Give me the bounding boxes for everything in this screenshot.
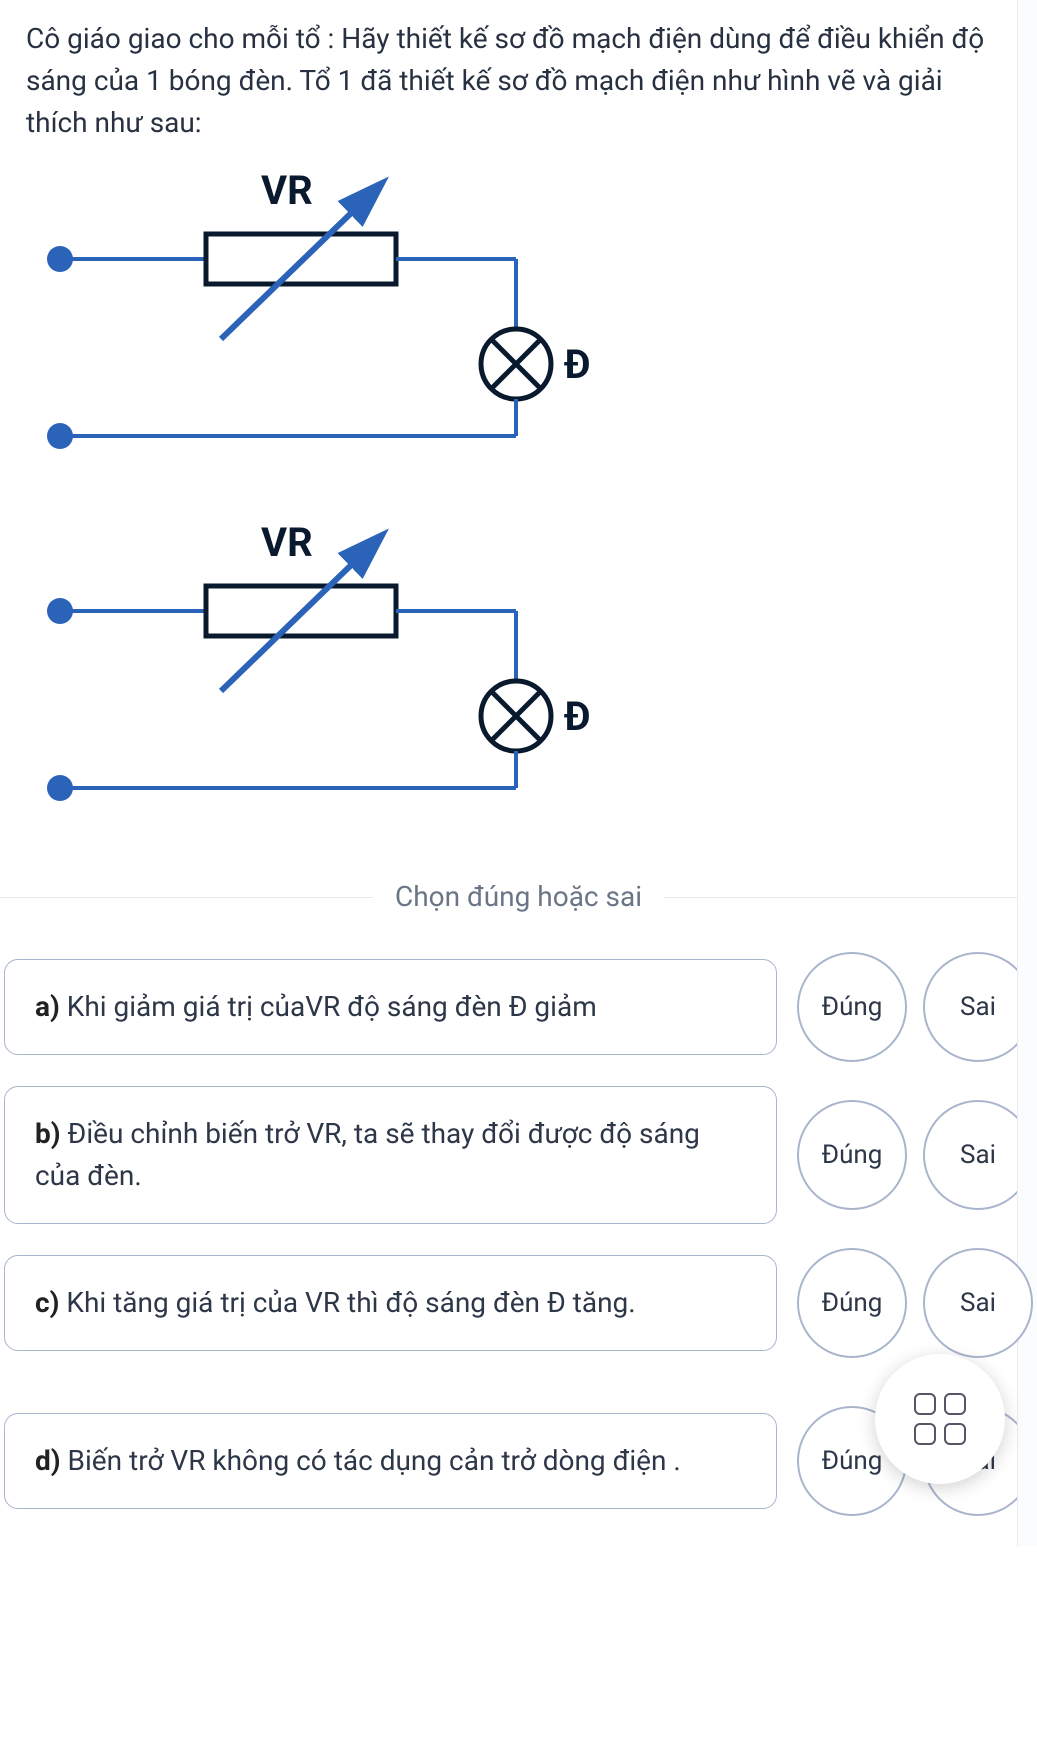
bulb-label: Đ xyxy=(564,341,591,388)
option-text: Khi giảm giá trị củaVR độ sáng đèn Đ giả… xyxy=(67,990,597,1023)
grid-icon xyxy=(914,1393,966,1445)
option-text: Biến trở VR không có tác dụng cản trở dò… xyxy=(68,1444,681,1477)
option-key: b) xyxy=(35,1117,61,1150)
true-button[interactable]: Đúng xyxy=(797,1100,907,1210)
option-text: Khi tăng giá trị của VR thì độ sáng đèn … xyxy=(66,1286,635,1319)
option-card: b) Điều chỉnh biến trở VR, ta sẽ thay đổ… xyxy=(4,1086,777,1224)
question-text: Cô giáo giao cho mỗi tổ : Hãy thiết kế s… xyxy=(26,18,1011,144)
grid-menu-button[interactable] xyxy=(875,1354,1005,1484)
option-card: c) Khi tăng giá trị của VR thì độ sáng đ… xyxy=(4,1255,777,1351)
circuit-diagram-1: VR Đ xyxy=(26,164,1011,516)
divider-line xyxy=(664,897,1037,898)
true-button[interactable]: Đúng xyxy=(797,1248,907,1358)
option-text: Điều chỉnh biến trở VR, ta sẽ thay đổi đ… xyxy=(35,1117,700,1192)
false-button[interactable]: Sai xyxy=(923,1248,1033,1358)
divider-label: Chọn đúng hoặc sai xyxy=(395,876,642,918)
circuit-diagram-2: VR Đ xyxy=(26,516,1011,868)
option-key: d) xyxy=(35,1444,61,1477)
option-row-b: b) Điều chỉnh biến trở VR, ta sẽ thay đổ… xyxy=(4,1086,1033,1224)
option-card: d) Biến trở VR không có tác dụng cản trở… xyxy=(4,1413,777,1509)
true-button[interactable]: Đúng xyxy=(797,952,907,1062)
vr-label: VR xyxy=(261,519,313,566)
vr-label: VR xyxy=(261,167,313,214)
bulb-label: Đ xyxy=(564,693,591,740)
option-row-c: c) Khi tăng giá trị của VR thì độ sáng đ… xyxy=(4,1248,1033,1358)
option-key: c) xyxy=(35,1286,59,1319)
divider-line xyxy=(0,897,373,898)
question-block: Cô giáo giao cho mỗi tổ : Hãy thiết kế s… xyxy=(0,0,1037,868)
options-list: a) Khi giảm giá trị củaVR độ sáng đèn Đ … xyxy=(0,952,1037,1546)
option-key: a) xyxy=(35,990,60,1023)
option-row-a: a) Khi giảm giá trị củaVR độ sáng đèn Đ … xyxy=(4,952,1033,1062)
option-card: a) Khi giảm giá trị củaVR độ sáng đèn Đ … xyxy=(4,959,777,1055)
section-divider: Chọn đúng hoặc sai xyxy=(0,876,1037,918)
